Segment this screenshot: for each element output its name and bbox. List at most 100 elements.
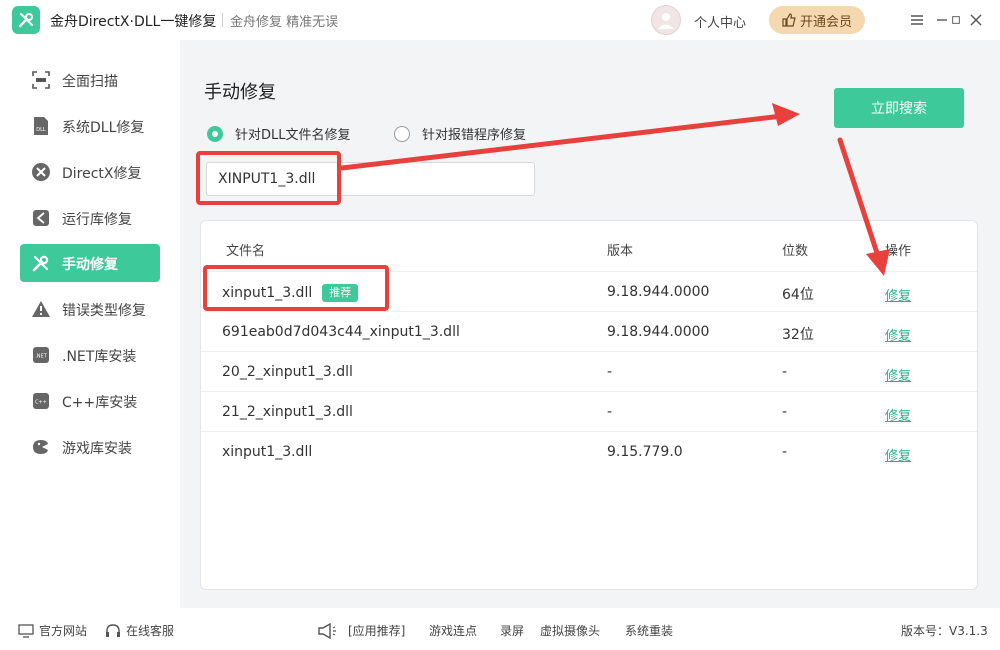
fix-link[interactable]: 修复 xyxy=(885,445,911,464)
cpp-icon: C++ xyxy=(31,391,51,411)
footer: 官方网站 在线客服 [应用推荐] 游戏连点 录屏 虚拟摄像头 系统重装 版本号：… xyxy=(0,608,1000,650)
footer-link-game-clicker[interactable]: 游戏连点 xyxy=(429,622,477,639)
monitor-icon xyxy=(18,623,34,638)
main-panel: 手动修复 针对DLL文件名修复 针对报错程序修复 立即搜索 文件名 版本 位数 … xyxy=(180,40,1000,608)
header-bits: 位数 xyxy=(782,244,809,259)
app-title: 金舟DirectX·DLL一键修复 xyxy=(50,14,217,30)
headset-icon xyxy=(106,623,120,637)
footer-link-virtual-camera[interactable]: 虚拟摄像头 xyxy=(540,622,600,639)
footer-link-system-reinstall[interactable]: 系统重装 xyxy=(625,622,673,639)
vip-button[interactable]: 开通会员 xyxy=(769,6,865,34)
row-file-name: 20_2_xinput1_3.dll xyxy=(222,364,353,380)
header-version: 版本 xyxy=(607,244,634,259)
svg-text:.NET: .NET xyxy=(35,354,47,360)
sidebar: 全面扫描 DLL 系统DLL修复 DirectX修复 运行库修复 手动修复 错误… xyxy=(0,40,180,608)
fix-link[interactable]: 修复 xyxy=(885,405,911,424)
online-support-link[interactable]: 在线客服 xyxy=(105,622,174,639)
sidebar-item-game-lib[interactable]: 游戏库安装 xyxy=(20,428,160,466)
fix-link[interactable]: 修复 xyxy=(885,285,911,304)
radio-by-dll-name[interactable]: 针对DLL文件名修复 xyxy=(207,124,351,143)
sidebar-item-label: 系统DLL修复 xyxy=(62,120,145,136)
sidebar-item-label: 错误类型修复 xyxy=(62,303,146,319)
sidebar-item-label: 游戏库安装 xyxy=(62,441,132,457)
page-title: 手动修复 xyxy=(204,82,276,103)
row-version: - xyxy=(607,404,613,420)
menu-icon xyxy=(911,15,923,25)
row-file-name: 21_2_xinput1_3.dll xyxy=(222,404,353,420)
row-bits: - xyxy=(782,444,788,460)
sidebar-item-label: 运行库修复 xyxy=(62,212,132,228)
menu-button[interactable] xyxy=(907,10,927,30)
file-name-text: xinput1_3.dll xyxy=(222,285,313,301)
row-bits: 64位 xyxy=(782,287,814,303)
scan-icon xyxy=(31,70,51,90)
recommend-badge: 推荐 xyxy=(322,284,359,302)
radio-label: 针对报错程序修复 xyxy=(422,128,527,143)
official-website-link[interactable]: 官方网站 xyxy=(18,622,87,639)
sidebar-item-error-type[interactable]: 错误类型修复 xyxy=(20,290,160,328)
sidebar-item-label: .NET库安装 xyxy=(62,349,137,365)
sidebar-item-full-scan[interactable]: 全面扫描 xyxy=(20,61,160,99)
warning-icon xyxy=(31,299,51,319)
svg-text:C++: C++ xyxy=(35,400,47,406)
title-bar: 金舟DirectX·DLL一键修复 金舟修复 精准无误 个人中心 开通会员 xyxy=(0,0,1000,40)
sidebar-item-runtime[interactable]: 运行库修复 xyxy=(20,199,160,237)
radio-dot xyxy=(207,125,223,142)
close-icon xyxy=(970,14,982,26)
sidebar-item-directx[interactable]: DirectX修复 xyxy=(20,153,160,191)
version-label: 版本号：V3.1.3 xyxy=(901,624,988,638)
avatar[interactable] xyxy=(651,5,681,35)
table-header: 文件名 版本 位数 操作 xyxy=(201,221,977,272)
fix-link[interactable]: 修复 xyxy=(885,365,911,384)
game-icon xyxy=(31,437,51,457)
svg-text:DLL: DLL xyxy=(36,127,46,133)
row-version: 9.18.944.0000 xyxy=(607,284,710,300)
fix-link[interactable]: 修复 xyxy=(885,325,911,344)
row-file-name: 691eab0d7d043c44_xinput1_3.dll xyxy=(222,324,460,340)
table-row: xinput1_3.dll 推荐 9.18.944.0000 64位 修复 xyxy=(201,272,977,312)
user-icon xyxy=(658,13,674,29)
thumbs-up-icon xyxy=(782,13,796,27)
close-button[interactable] xyxy=(966,10,986,30)
dotnet-icon: .NET xyxy=(31,345,51,365)
app-recommend-section: [应用推荐] xyxy=(317,622,405,639)
row-version: - xyxy=(607,364,613,380)
runtime-icon xyxy=(31,208,51,228)
sidebar-item-system-dll[interactable]: DLL 系统DLL修复 xyxy=(20,107,160,145)
recommend-label: [应用推荐] xyxy=(348,624,406,638)
header-action: 操作 xyxy=(885,244,912,259)
app-logo xyxy=(12,6,40,34)
table-row: 20_2_xinput1_3.dll - - 修复 xyxy=(201,352,977,392)
user-center-link[interactable]: 个人中心 xyxy=(694,12,746,31)
table-row: 21_2_xinput1_3.dll - - 修复 xyxy=(201,392,977,432)
wrench-icon xyxy=(18,13,33,28)
row-version: 9.15.779.0 xyxy=(607,444,683,460)
dll-icon: DLL xyxy=(31,116,51,136)
sidebar-item-dotnet[interactable]: .NET .NET库安装 xyxy=(20,336,160,374)
maximize-button[interactable] xyxy=(940,10,960,30)
sidebar-item-cpp[interactable]: C++ C++库安装 xyxy=(20,382,160,420)
directx-icon xyxy=(31,162,51,182)
title-divider xyxy=(222,13,223,27)
sidebar-item-label: C++库安装 xyxy=(62,395,138,411)
support-label: 在线客服 xyxy=(126,624,175,638)
sidebar-item-label: 全面扫描 xyxy=(62,74,118,90)
maximize-icon xyxy=(952,16,960,24)
radio-dot xyxy=(394,125,410,142)
website-label: 官方网站 xyxy=(39,624,88,638)
search-button[interactable]: 立即搜索 xyxy=(834,88,964,128)
sidebar-item-manual-fix[interactable]: 手动修复 xyxy=(20,244,160,282)
dll-search-input[interactable] xyxy=(206,162,535,196)
radio-label: 针对DLL文件名修复 xyxy=(235,128,351,143)
table-row: 691eab0d7d043c44_xinput1_3.dll 9.18.944.… xyxy=(201,312,977,352)
row-bits: - xyxy=(782,364,788,380)
footer-link-screen-record[interactable]: 录屏 xyxy=(500,622,524,639)
sidebar-item-label: 手动修复 xyxy=(62,257,118,273)
table-row: xinput1_3.dll 9.15.779.0 - 修复 xyxy=(201,432,977,472)
row-version: 9.18.944.0000 xyxy=(607,324,710,340)
vip-label: 开通会员 xyxy=(799,14,852,30)
app-slogan: 金舟修复 精准无误 xyxy=(230,15,339,30)
radio-by-error-program[interactable]: 针对报错程序修复 xyxy=(394,124,526,143)
row-file-name: xinput1_3.dll 推荐 xyxy=(222,284,359,302)
megaphone-icon xyxy=(318,622,336,639)
